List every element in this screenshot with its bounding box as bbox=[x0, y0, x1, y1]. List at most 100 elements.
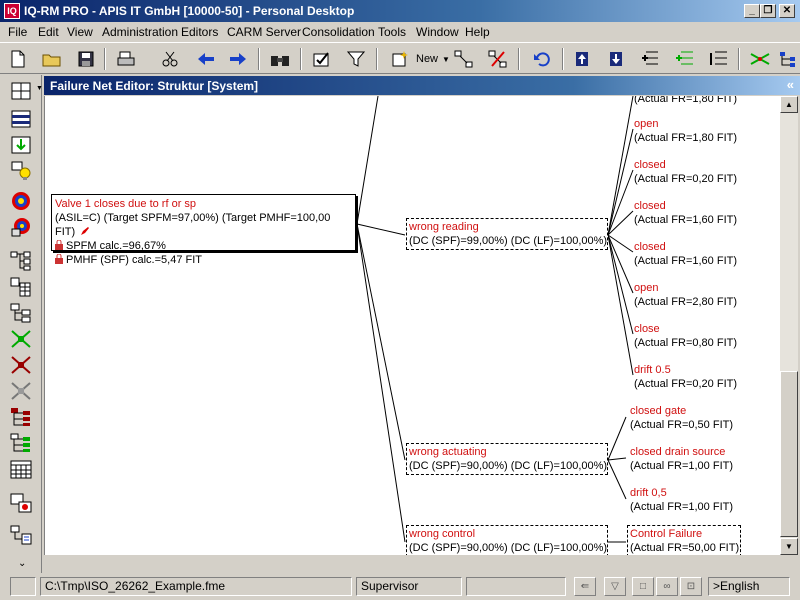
editor-header: Failure Net Editor: Struktur [System] « bbox=[44, 76, 800, 95]
status-box-icon[interactable]: □ bbox=[632, 577, 654, 596]
node-wrong-reading[interactable]: wrong reading (DC (SPF)=99,00%) (DC (LF)… bbox=[406, 218, 608, 250]
tree-view-icon[interactable] bbox=[776, 47, 800, 71]
insert-above-icon[interactable] bbox=[638, 47, 662, 71]
cut-icon[interactable] bbox=[158, 47, 182, 71]
vertical-scrollbar[interactable]: ▲ ▼ bbox=[780, 96, 798, 555]
root-failure-node[interactable]: Valve 1 closes due to rf or sp (ASIL=C) … bbox=[51, 194, 356, 266]
leaf-actuating-0[interactable]: closed gate (Actual FR=0,50 FIT) bbox=[630, 404, 733, 432]
structure-tree-icon[interactable] bbox=[8, 301, 34, 325]
new-dropdown-label[interactable]: New bbox=[416, 53, 438, 65]
document-tree-icon[interactable] bbox=[8, 523, 34, 547]
status-panel-empty bbox=[466, 577, 566, 596]
report-icon[interactable] bbox=[8, 491, 34, 515]
leaf-reading-3[interactable]: closed (Actual FR=1,60 FIT) bbox=[634, 199, 737, 227]
print-preview-icon[interactable] bbox=[114, 47, 138, 71]
insert-green-icon[interactable] bbox=[672, 47, 696, 71]
menu-editors[interactable]: Editors bbox=[181, 25, 218, 39]
insert-below-icon[interactable] bbox=[706, 47, 730, 71]
leaf-reading-0[interactable]: (Actual FR=1,80 FIT) bbox=[634, 96, 737, 106]
scroll-up-icon[interactable]: ▲ bbox=[780, 96, 798, 113]
menu-bar: File Edit View Administration Editors CA… bbox=[0, 22, 800, 42]
node-wrong-control[interactable]: wrong control (DC (SPF)=90,00%) (DC (LF)… bbox=[406, 525, 608, 555]
calc-lock-icon bbox=[55, 240, 63, 250]
forward-arrow-icon[interactable] bbox=[226, 47, 250, 71]
status-arrow-icon[interactable]: ⇚ bbox=[574, 577, 596, 596]
red-network-icon[interactable] bbox=[8, 353, 34, 377]
disconnect-nodes-icon[interactable] bbox=[486, 47, 510, 71]
minimize-button[interactable]: _ bbox=[744, 4, 760, 18]
main-toolbar: New ▼ bbox=[0, 42, 800, 74]
leaf-actuating-1[interactable]: closed drain source (Actual FR=1,00 FIT) bbox=[630, 445, 733, 473]
open-folder-icon[interactable] bbox=[40, 47, 64, 71]
chevron-down-icon[interactable]: ⌄ bbox=[18, 558, 26, 569]
menu-tools[interactable]: Tools bbox=[378, 25, 406, 39]
status-lock-icon[interactable]: ⊡ bbox=[680, 577, 702, 596]
edit-pen-icon bbox=[81, 227, 90, 235]
calendar-grid-icon[interactable] bbox=[8, 457, 34, 481]
leaf-control-0[interactable]: Control Failure (Actual FR=50,00 FIT) bbox=[627, 525, 741, 555]
menu-consolidation[interactable]: Consolidation bbox=[302, 25, 375, 39]
bottom-strip bbox=[44, 555, 800, 573]
leaf-reading-6[interactable]: close (Actual FR=0,80 FIT) bbox=[634, 322, 737, 350]
back-arrow-icon[interactable] bbox=[194, 47, 218, 71]
failure-net-canvas[interactable]: Valve 1 closes due to rf or sp (ASIL=C) … bbox=[44, 96, 780, 555]
grey-network-icon[interactable] bbox=[8, 379, 34, 403]
leaf-actuating-2[interactable]: drift 0,5 (Actual FR=1,00 FIT) bbox=[630, 486, 733, 514]
idea-bulb-icon[interactable] bbox=[8, 159, 34, 183]
hierarchy-icon[interactable] bbox=[8, 249, 34, 273]
move-down-icon[interactable] bbox=[604, 47, 628, 71]
green-tree-icon[interactable] bbox=[8, 431, 34, 455]
target-settings-icon[interactable] bbox=[8, 215, 34, 239]
save-icon[interactable] bbox=[74, 47, 98, 71]
spfm-calc: SPFM calc.=96,67% bbox=[55, 239, 352, 253]
title-bar: IQ IQ-RM PRO - APIS IT GmbH [10000-50] -… bbox=[0, 0, 800, 22]
new-document-icon[interactable] bbox=[6, 47, 30, 71]
menu-window[interactable]: Window bbox=[416, 25, 459, 39]
menu-carm-server[interactable]: CARM Server bbox=[227, 25, 301, 39]
target-icon[interactable] bbox=[8, 189, 34, 213]
close-button[interactable]: ✕ bbox=[779, 4, 795, 18]
collapse-panel-button[interactable]: « bbox=[787, 77, 794, 92]
checklist-icon[interactable] bbox=[310, 47, 334, 71]
status-user: Supervisor bbox=[356, 577, 462, 596]
restore-button[interactable]: ❐ bbox=[760, 4, 776, 18]
table-structure-icon[interactable] bbox=[8, 275, 34, 299]
editor-title: Failure Net Editor: Struktur [System] bbox=[50, 79, 259, 93]
root-targets: (ASIL=C) (Target SPFM=97,00%) (Target PM… bbox=[55, 212, 331, 238]
menu-file[interactable]: File bbox=[8, 25, 27, 39]
menu-administration[interactable]: Administration bbox=[102, 25, 178, 39]
app-logo-icon: IQ bbox=[4, 3, 20, 19]
scroll-down-icon[interactable]: ▼ bbox=[780, 538, 798, 555]
new-item-icon[interactable] bbox=[388, 47, 412, 71]
scroll-thumb[interactable] bbox=[780, 371, 798, 537]
status-language[interactable]: >English bbox=[708, 577, 790, 596]
green-network-icon[interactable] bbox=[8, 327, 34, 351]
chevron-down-icon[interactable]: ▼ bbox=[36, 85, 43, 92]
grid-layout-icon[interactable] bbox=[8, 79, 34, 103]
calc-lock-icon bbox=[55, 254, 63, 264]
network-layout-icon[interactable] bbox=[748, 47, 772, 71]
import-down-icon[interactable] bbox=[8, 133, 34, 157]
status-filter-icon[interactable]: ▽ bbox=[604, 577, 626, 596]
status-bar: C:\Tmp\ISO_26262_Example.fme Supervisor … bbox=[0, 573, 800, 600]
rows-view-icon[interactable] bbox=[8, 107, 34, 131]
filter-icon[interactable] bbox=[344, 47, 368, 71]
left-tool-palette: ▼ ⌄ bbox=[0, 75, 43, 573]
move-up-icon[interactable] bbox=[570, 47, 594, 71]
node-wrong-actuating[interactable]: wrong actuating (DC (SPF)=90,00%) (DC (L… bbox=[406, 443, 608, 475]
leaf-reading-4[interactable]: closed (Actual FR=1,60 FIT) bbox=[634, 240, 737, 268]
menu-edit[interactable]: Edit bbox=[38, 25, 59, 39]
status-link-icon[interactable]: ∞ bbox=[656, 577, 678, 596]
root-title: Valve 1 closes due to rf or sp bbox=[55, 198, 197, 210]
connect-nodes-icon[interactable] bbox=[452, 47, 476, 71]
menu-help[interactable]: Help bbox=[465, 25, 490, 39]
chevron-down-icon[interactable]: ▼ bbox=[442, 55, 450, 64]
leaf-reading-1[interactable]: open (Actual FR=1,80 FIT) bbox=[634, 117, 737, 145]
menu-view[interactable]: View bbox=[67, 25, 93, 39]
leaf-reading-5[interactable]: open (Actual FR=2,80 FIT) bbox=[634, 281, 737, 309]
red-tree-icon[interactable] bbox=[8, 405, 34, 429]
leaf-reading-2[interactable]: closed (Actual FR=0,20 FIT) bbox=[634, 158, 737, 186]
undo-icon[interactable] bbox=[530, 47, 554, 71]
binoculars-icon[interactable] bbox=[268, 47, 292, 71]
leaf-reading-7[interactable]: drift 0.5 (Actual FR=0,20 FIT) bbox=[634, 363, 737, 391]
